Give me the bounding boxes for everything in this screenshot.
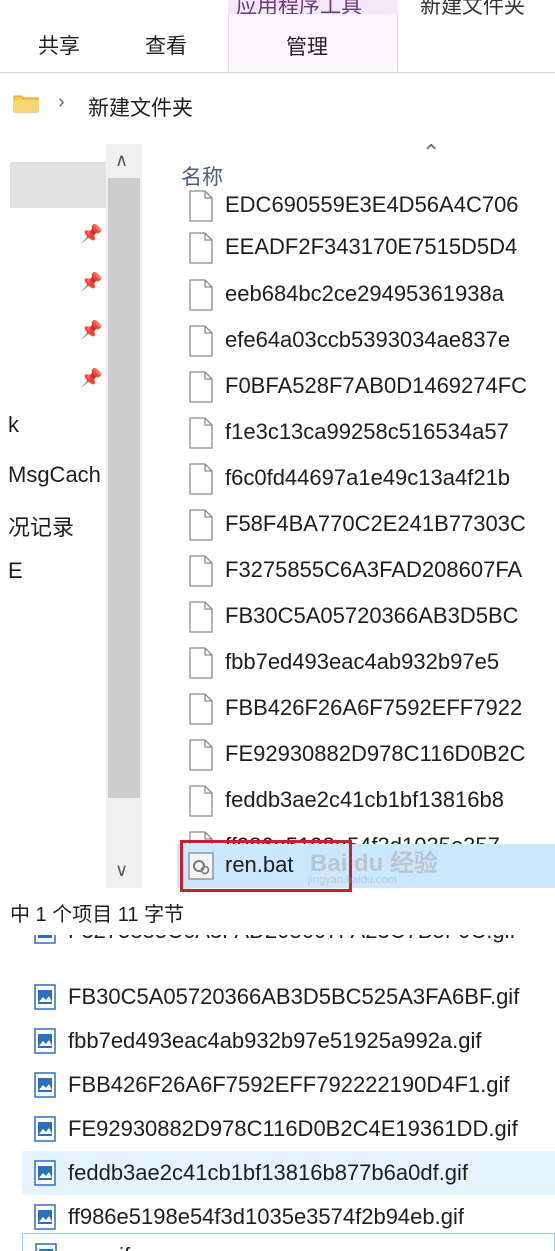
- nav-selected-item[interactable]: [10, 162, 106, 208]
- file-row[interactable]: F0BFA528F7AB0D1469274FC: [160, 365, 555, 407]
- image-file-icon: [35, 1243, 57, 1251]
- file-name: EEADF2F343170E7515D5D4: [225, 234, 518, 259]
- file-name: F3275855C6A3FAD208607FA23C7B5F0C.gif: [68, 935, 516, 944]
- navigation-pane: 📌 📌 📌 📌 k MsgCach 况记录 E ∧ ∨: [0, 144, 142, 888]
- file-row[interactable]: EEADF2F343170E7515D5D4: [160, 226, 555, 268]
- file-name: FE92930882D978C116D0B2C: [225, 741, 526, 766]
- file-name: FE92930882D978C116D0B2C4E19361DD.gif: [68, 1116, 518, 1141]
- file-row[interactable]: FE92930882D978C116D0B2C: [160, 733, 555, 775]
- image-file-icon: [34, 1204, 56, 1230]
- file-icon: [189, 190, 213, 222]
- file-name: ff986e5198e54f3d1035e3574f2b94eb.gif: [68, 1204, 464, 1229]
- file-icon: [189, 371, 213, 403]
- pin-icon[interactable]: 📌: [80, 368, 102, 389]
- file-icon: [189, 601, 213, 633]
- watermark-logo: Bai du 经验: [310, 850, 439, 877]
- file-name: eeb684bc2ce29495361938a: [225, 281, 504, 306]
- file-icon: [189, 325, 213, 357]
- tab-manage[interactable]: 管理: [228, 14, 398, 72]
- nav-item[interactable]: 况记录: [8, 510, 104, 542]
- file-list: ⌃ 名称 EDC690559E3E4D56A4C706 EEADF2F34317…: [160, 144, 555, 888]
- file-name: feddb3ae2c41cb1bf13816b877b6a0df.gif: [68, 1160, 469, 1185]
- file-row[interactable]: FB30C5A05720366AB3D5BC: [160, 595, 555, 637]
- file-icon: [189, 509, 213, 541]
- file-name: F3275855C6A3FAD208607FA: [225, 557, 523, 582]
- status-bar-text: 中 1 个项目 11 字节: [10, 904, 185, 926]
- file-row[interactable]: ren.gif: [22, 1233, 555, 1251]
- file-name: F0BFA528F7AB0D1469274FC: [225, 373, 528, 398]
- watermark-logo: jingyan.baidu.com: [308, 874, 397, 886]
- clipped-window-title: 新建文件夹: [420, 0, 525, 18]
- scroll-up-arrow-icon[interactable]: ∧: [115, 150, 128, 171]
- nav-item[interactable]: E: [8, 558, 104, 584]
- tab-share[interactable]: 共享: [38, 30, 80, 60]
- ribbon: 应用程序工具 新建文件夹 共享 查看 管理: [0, 0, 555, 72]
- file-name: FBB426F26A6F7592EFF7922: [225, 695, 523, 720]
- file-row[interactable]: F58F4BA770C2E241B77303C: [160, 503, 555, 545]
- image-file-icon: [34, 1028, 56, 1054]
- file-row[interactable]: feddb3ae2c41cb1bf13816b8: [160, 779, 555, 821]
- file-row[interactable]: FB30C5A05720366AB3D5BC525A3FA6BF.gif: [22, 975, 555, 1019]
- nav-item[interactable]: k: [8, 412, 104, 438]
- file-icon: [189, 417, 213, 449]
- nav-scrollbar[interactable]: ∧ ∨: [106, 144, 142, 888]
- file-icon: [189, 693, 213, 725]
- app-tools-context-label: 应用程序工具: [236, 0, 362, 14]
- file-name: EDC690559E3E4D56A4C706: [225, 192, 519, 217]
- image-file-icon: [34, 984, 56, 1010]
- file-icon: [189, 739, 213, 771]
- file-row[interactable]: FBB426F26A6F7592EFF792222190D4F1.gif: [22, 1063, 555, 1107]
- file-icon: [189, 232, 213, 264]
- file-name: ren.gif: [69, 1243, 130, 1251]
- address-bar[interactable]: › 新建文件夹: [0, 72, 555, 134]
- file-row[interactable]: F3275855C6A3FAD208607FA: [160, 549, 555, 591]
- file-name: fbb7ed493eac4ab932b97e5: [225, 649, 500, 674]
- file-row[interactable]: FE92930882D978C116D0B2C4E19361DD.gif: [22, 1107, 555, 1151]
- file-icon: [189, 279, 213, 311]
- nav-item[interactable]: MsgCach: [8, 462, 106, 488]
- file-icon: [189, 785, 213, 817]
- pin-icon[interactable]: 📌: [80, 272, 102, 293]
- file-row[interactable]: fbb7ed493eac4ab932b97e51925a992a.gif: [22, 1019, 555, 1063]
- file-row[interactable]: efe64a03ccb5393034ae837e: [160, 319, 555, 361]
- file-row[interactable]: eeb684bc2ce29495361938a: [160, 273, 555, 315]
- lower-file-list: F3275855C6A3FAD208607FA23C7B5F0C.gif FB3…: [0, 935, 555, 1251]
- folder-icon: [13, 95, 39, 113]
- file-name: f6c0fd44697a1e49c13a4f21b: [225, 465, 511, 490]
- file-row[interactable]: EDC690559E3E4D56A4C706: [160, 184, 555, 226]
- file-name: f1e3c13ca99258c516534a57: [225, 419, 509, 444]
- file-row[interactable]: fbb7ed493eac4ab932b97e5: [160, 641, 555, 683]
- file-row-hover[interactable]: feddb3ae2c41cb1bf13816b877b6a0df.gif: [22, 1151, 555, 1195]
- pin-icon[interactable]: 📌: [80, 320, 102, 341]
- sort-ascending-icon: ⌃: [422, 144, 441, 165]
- file-icon: [189, 647, 213, 679]
- file-name: FB30C5A05720366AB3D5BC: [225, 603, 519, 628]
- file-row[interactable]: f6c0fd44697a1e49c13a4f21b: [160, 457, 555, 499]
- image-file-icon: [34, 1116, 56, 1142]
- file-name: FBB426F26A6F7592EFF792222190D4F1.gif: [68, 1072, 510, 1097]
- app-tools-context-tab[interactable]: 应用程序工具: [228, 0, 398, 14]
- breadcrumb-chevron-icon[interactable]: ›: [58, 91, 65, 114]
- image-file-icon: [34, 1072, 56, 1098]
- image-file-icon: [34, 1160, 56, 1186]
- file-name: feddb3ae2c41cb1bf13816b8: [225, 787, 504, 812]
- file-name: F58F4BA770C2E241B77303C: [225, 511, 526, 536]
- tab-view[interactable]: 查看: [145, 30, 187, 60]
- file-icon: [189, 463, 213, 495]
- breadcrumb-folder[interactable]: 新建文件夹: [88, 92, 193, 122]
- pin-icon[interactable]: 📌: [80, 224, 102, 245]
- file-row[interactable]: f1e3c13ca99258c516534a57: [160, 411, 555, 453]
- file-row[interactable]: FBB426F26A6F7592EFF7922: [160, 687, 555, 729]
- scrollbar-thumb[interactable]: [108, 178, 140, 798]
- scroll-down-arrow-icon[interactable]: ∨: [115, 860, 128, 881]
- file-icon: [189, 555, 213, 587]
- file-name: efe64a03ccb5393034ae837e: [225, 327, 511, 352]
- tab-manage-label: 管理: [286, 36, 328, 59]
- image-file-icon: [34, 935, 56, 944]
- file-name: fbb7ed493eac4ab932b97e51925a992a.gif: [68, 1028, 482, 1053]
- file-name: FB30C5A05720366AB3D5BC525A3FA6BF.gif: [68, 984, 520, 1009]
- file-row[interactable]: F3275855C6A3FAD208607FA23C7B5F0C.gif: [22, 935, 555, 953]
